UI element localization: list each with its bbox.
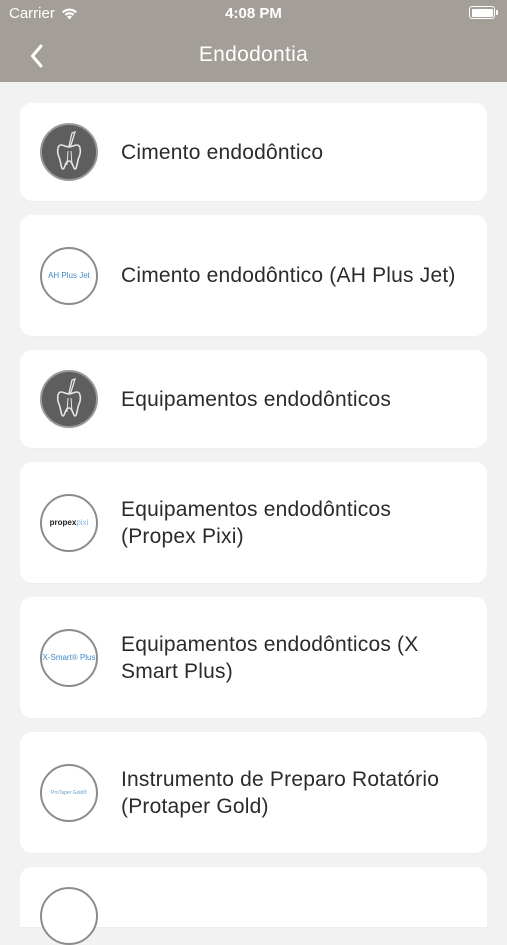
list-item-propex-pixi[interactable]: propexpixi Equipamentos endodônticos (Pr… — [20, 462, 487, 583]
item-logo — [40, 887, 98, 945]
category-list: Cimento endodôntico AH Plus Jet Cimento … — [20, 103, 487, 945]
list-item-cimento[interactable]: Cimento endodôntico — [20, 103, 487, 201]
protaper-gold-logo: ProTaper Gold® — [40, 763, 98, 822]
x-smart-plus-logo: X-Smart® Plus — [40, 628, 98, 687]
list-item-partial[interactable] — [20, 867, 487, 945]
list-item-x-smart-plus[interactable]: X-Smart® Plus Equipamentos endodônticos … — [20, 597, 487, 718]
ah-plus-jet-logo: AH Plus Jet — [40, 246, 98, 305]
tooth-icon — [40, 123, 98, 181]
status-time: 4:08 PM — [225, 5, 282, 22]
list-item-label: Instrumento de Preparo Rotatório (Protap… — [121, 767, 440, 818]
list-item-protaper-gold[interactable]: ProTaper Gold® Instrumento de Preparo Ro… — [20, 732, 487, 853]
status-bar: Carrier 4:08 PM — [0, 0, 507, 28]
list-item-label: Cimento endodôntico (AH Plus Jet) — [121, 264, 456, 287]
list-item-label: Cimento endodôntico — [121, 140, 324, 164]
list-item-label: Equipamentos endodônticos (X Smart Plus) — [121, 632, 419, 683]
propex-pixi-logo: propexpixi — [40, 493, 98, 552]
list-item-label: Equipamentos endodônticos — [121, 387, 392, 411]
list-item-ah-plus-jet[interactable]: AH Plus Jet Cimento endodôntico (AH Plus… — [20, 215, 487, 336]
list-item-label: Equipamentos endodônticos (Propex Pixi) — [121, 497, 392, 548]
page-title: Endodontia — [198, 43, 309, 66]
tooth-icon — [40, 370, 98, 428]
list-item-equipamentos[interactable]: Equipamentos endodônticos — [20, 350, 487, 448]
battery-icon — [469, 6, 498, 19]
nav-bar: Endodontia — [0, 28, 507, 82]
